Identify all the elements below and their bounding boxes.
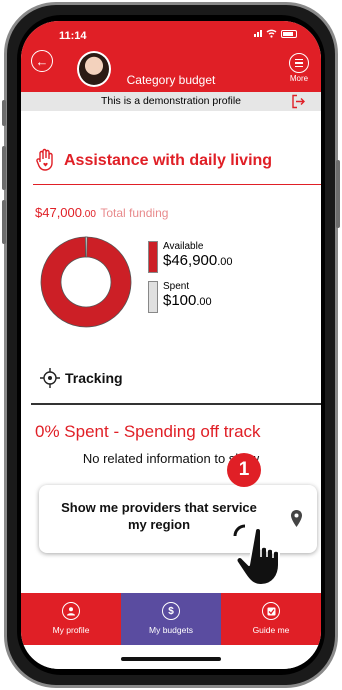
nav-label-my-profile: My profile (52, 625, 90, 635)
status-time: 11:14 (59, 30, 87, 42)
dollar-icon: $ (162, 602, 180, 620)
legend-available: Available $46,900.00 (148, 241, 233, 273)
demo-banner-text: This is a demonstration profile (100, 95, 242, 107)
hand-heart-icon (36, 148, 53, 171)
pointing-hand-icon (233, 524, 280, 586)
app-header: 11:14 ← Category budget More (21, 21, 321, 92)
nav-guide-me[interactable]: Guide me (221, 593, 321, 645)
app-screen: 11:14 ← Category budget More This is a d… (21, 21, 321, 669)
category-header: Assistance with daily living (35, 148, 272, 174)
legend-swatch-available (148, 241, 158, 273)
status-icons (254, 29, 297, 38)
legend-label-available: Available (163, 241, 204, 252)
show-providers-label-line1: Show me providers that service (61, 500, 257, 515)
battery-icon (281, 29, 297, 38)
legend-label-spent: Spent (163, 281, 190, 292)
nav-my-budgets[interactable]: $ My budgets (121, 593, 221, 645)
power-button (336, 160, 340, 228)
signal-icon (254, 30, 262, 37)
legend-amount-available: $46,900 (163, 252, 218, 269)
volume-up-button (2, 146, 6, 190)
nav-my-profile[interactable]: My profile (21, 593, 121, 645)
home-area (21, 645, 321, 669)
divider (33, 184, 321, 185)
legend-amount-spent: $100 (163, 292, 197, 309)
logout-icon[interactable] (291, 94, 307, 109)
step-badge: 1 (227, 453, 261, 487)
legend-spent: Spent $100.00 (148, 281, 212, 313)
legend-cents-spent: .00 (196, 296, 212, 308)
mute-switch (2, 100, 6, 126)
divider (31, 403, 321, 405)
total-funding: $47,000.00 Total funding (35, 204, 168, 222)
wifi-icon (266, 29, 277, 38)
home-indicator (121, 657, 221, 661)
more-button[interactable]: More (288, 53, 310, 83)
budget-donut-chart (40, 236, 132, 328)
demo-banner: This is a demonstration profile (21, 92, 321, 111)
person-icon (62, 602, 80, 620)
tracking-header: Tracking (39, 367, 123, 389)
donut-slice-spent (84, 236, 88, 258)
nav-label-guide-me: Guide me (252, 625, 290, 635)
tracking-title: Tracking (65, 370, 123, 386)
total-funding-cents: .00 (82, 209, 96, 220)
total-funding-amount: $47,000 (35, 205, 82, 220)
menu-icon (289, 53, 309, 73)
crosshair-icon (40, 368, 60, 388)
page-title: Category budget (126, 73, 216, 87)
more-label: More (289, 74, 309, 83)
back-button[interactable]: ← (31, 50, 53, 72)
checkbox-icon (262, 602, 280, 620)
nav-label-my-budgets: My budgets (149, 625, 193, 635)
legend-cents-available: .00 (217, 256, 233, 268)
no-info-message: No related information to show (82, 451, 260, 466)
volume-down-button (2, 200, 6, 244)
bottom-nav: My profile $ My budgets Guide me (21, 593, 321, 645)
arrow-left-icon: ← (35, 53, 49, 69)
total-funding-label: Total funding (100, 206, 169, 220)
category-title: Assistance with daily living (64, 152, 273, 169)
spending-status: 0% Spent - Spending off track (35, 422, 261, 441)
legend-swatch-spent (148, 281, 158, 313)
